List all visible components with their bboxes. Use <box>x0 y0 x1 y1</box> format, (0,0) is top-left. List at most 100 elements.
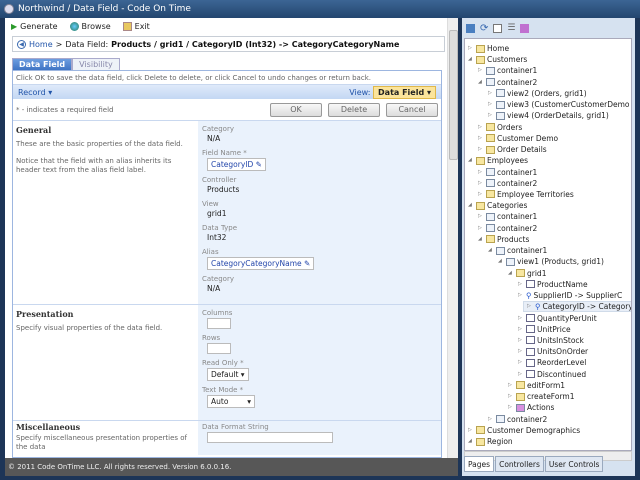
tree-item[interactable]: ▷ container2 <box>488 414 547 425</box>
tree-item[interactable]: ◢ container1 <box>488 245 547 256</box>
tree-item[interactable]: ◢ Region <box>468 436 513 447</box>
collapsed-icon[interactable]: ▷ <box>478 167 484 178</box>
back-icon[interactable]: ◀ <box>17 39 26 49</box>
collapsed-icon[interactable]: ▷ <box>527 301 533 312</box>
collapsed-icon[interactable]: ▷ <box>488 88 494 99</box>
tree-item[interactable]: ▷ Order Details <box>478 144 547 155</box>
expanded-icon[interactable]: ◢ <box>468 200 474 211</box>
delete-button[interactable]: Delete <box>328 102 380 117</box>
collapsed-icon[interactable]: ▷ <box>518 357 524 368</box>
ok-button[interactable]: OK <box>270 102 322 117</box>
record-menu[interactable]: Record ▾ <box>18 88 52 97</box>
tree-item[interactable]: ◢ Employees <box>468 155 528 166</box>
expanded-icon[interactable]: ◢ <box>488 245 494 256</box>
collapsed-icon[interactable]: ▷ <box>478 178 484 189</box>
browse-button[interactable]: Browse <box>69 21 111 31</box>
columns-input[interactable] <box>207 318 231 329</box>
collapsed-icon[interactable]: ▷ <box>478 65 484 76</box>
collapsed-icon[interactable]: ▷ <box>518 369 524 380</box>
tree-item[interactable]: ▷ UnitPrice <box>518 324 571 335</box>
view-selector[interactable]: Data Field ▾ <box>373 85 436 99</box>
collapsed-icon[interactable]: ▷ <box>488 110 494 121</box>
tree-item[interactable]: ◢ Categories <box>468 200 527 211</box>
collapsed-icon[interactable]: ▷ <box>468 425 474 436</box>
eraser-icon[interactable]: ✎ <box>256 160 262 169</box>
collapsed-icon[interactable]: ▷ <box>488 414 494 425</box>
format-input[interactable] <box>207 432 333 443</box>
tree-item[interactable]: ◢ view1 (Products, grid1) <box>498 256 604 267</box>
collapsed-icon[interactable]: ▷ <box>478 189 484 200</box>
cancel-button[interactable]: Cancel <box>386 102 438 117</box>
expanded-icon[interactable]: ◢ <box>508 268 514 279</box>
tree-item[interactable]: ▷ view3 (CustomerCustomerDemo <box>488 99 630 110</box>
expanded-icon[interactable]: ◢ <box>498 256 504 267</box>
tree-item[interactable]: ▷ Customer Demographics <box>468 425 580 436</box>
tree-item[interactable]: ▷ UnitsOnOrder <box>518 346 588 357</box>
collapsed-icon[interactable]: ▷ <box>518 290 524 301</box>
generate-button[interactable]: ▶ Generate <box>11 22 58 31</box>
tree-item[interactable]: ◢ Products <box>478 234 529 245</box>
tree-item[interactable]: ▷ container2 <box>478 223 537 234</box>
text-mode-select[interactable]: Auto ▾ <box>207 395 255 408</box>
tree-item[interactable]: ▷ ⚲ CategoryID -> Category <box>523 301 631 313</box>
collapsed-icon[interactable]: ▷ <box>478 144 484 155</box>
read-only-select[interactable]: Default ▾ <box>207 368 249 381</box>
collapsed-icon[interactable]: ▷ <box>468 43 474 54</box>
collapsed-icon[interactable]: ▷ <box>518 324 524 335</box>
tab-pages[interactable]: Pages <box>464 456 495 472</box>
collapsed-icon[interactable]: ▷ <box>518 279 524 290</box>
tree-item[interactable]: ▷ Orders <box>478 122 522 133</box>
copy-icon[interactable] <box>493 23 503 33</box>
collapsed-icon[interactable]: ▷ <box>478 122 484 133</box>
tree-item[interactable]: ▷ Home <box>468 43 509 54</box>
tree-item[interactable]: ▷ view2 (Orders, grid1) <box>488 88 587 99</box>
collapsed-icon[interactable]: ▷ <box>478 133 484 144</box>
tab-visibility[interactable]: Visibility <box>72 58 120 70</box>
sync-icon[interactable] <box>466 23 475 33</box>
refresh-icon[interactable]: ⟳ <box>480 23 488 34</box>
alias-lookup[interactable]: CategoryCategoryName ✎ <box>207 257 315 270</box>
tree-item[interactable]: ▷ ProductName <box>518 279 588 290</box>
collapsed-icon[interactable]: ▷ <box>488 99 494 110</box>
tree-item[interactable]: ▷ Discontinued <box>518 369 586 380</box>
field-name-lookup[interactable]: CategoryID ✎ <box>207 158 266 171</box>
list-icon[interactable]: ☰ <box>507 23 515 33</box>
tree-item[interactable]: ▷ ReorderLevel <box>518 357 586 368</box>
collapsed-icon[interactable]: ▷ <box>518 313 524 324</box>
collapsed-icon[interactable]: ▷ <box>508 380 514 391</box>
tree-item[interactable]: ◢ grid1 <box>508 268 546 279</box>
collapsed-icon[interactable]: ▷ <box>478 211 484 222</box>
scroll-thumb[interactable] <box>449 30 458 160</box>
tree-item[interactable]: ▷ Actions <box>508 402 554 413</box>
tree-item[interactable]: ▷ view4 (OrderDetails, grid1) <box>488 110 609 121</box>
expanded-icon[interactable]: ◢ <box>478 234 484 245</box>
tab-data-field[interactable]: Data Field <box>12 58 73 70</box>
expanded-icon[interactable]: ◢ <box>468 155 474 166</box>
collapsed-icon[interactable]: ▷ <box>508 391 514 402</box>
tree-item[interactable]: ▷ UnitsInStock <box>518 335 584 346</box>
tree-item[interactable]: ▷ Customer Demo <box>478 133 558 144</box>
tree-item[interactable]: ▷ Employee Territories <box>478 189 574 200</box>
tree-item[interactable]: ◢ Customers <box>468 54 527 65</box>
exit-button[interactable]: Exit <box>122 21 150 31</box>
tab-controllers[interactable]: Controllers <box>495 456 544 472</box>
properties-icon[interactable] <box>520 23 530 33</box>
collapsed-icon[interactable]: ▷ <box>478 223 484 234</box>
tree-item[interactable]: ◢ container2 <box>478 77 537 88</box>
collapsed-icon[interactable]: ▷ <box>518 335 524 346</box>
expanded-icon[interactable]: ◢ <box>478 77 484 88</box>
expanded-icon[interactable]: ◢ <box>468 436 474 447</box>
tree-item[interactable]: ▷ container2 <box>478 178 537 189</box>
expanded-icon[interactable]: ◢ <box>468 54 474 65</box>
rows-input[interactable] <box>207 343 231 354</box>
tab-user-controls[interactable]: User Controls <box>544 456 604 472</box>
tree-item[interactable]: ▷ ⚲ SupplierID -> SupplierC <box>518 290 622 301</box>
tree-item[interactable]: ▷ editForm1 <box>508 380 565 391</box>
tree-item[interactable]: ▷ createForm1 <box>508 391 574 402</box>
tree-item[interactable]: ▷ QuantityPerUnit <box>518 313 597 324</box>
collapsed-icon[interactable]: ▷ <box>508 402 514 413</box>
tree-item[interactable]: ▷ container1 <box>478 167 537 178</box>
main-scrollbar[interactable] <box>447 18 458 458</box>
tree-item[interactable]: ▷ container1 <box>478 211 537 222</box>
tree-item[interactable]: ▷ container1 <box>478 65 537 76</box>
